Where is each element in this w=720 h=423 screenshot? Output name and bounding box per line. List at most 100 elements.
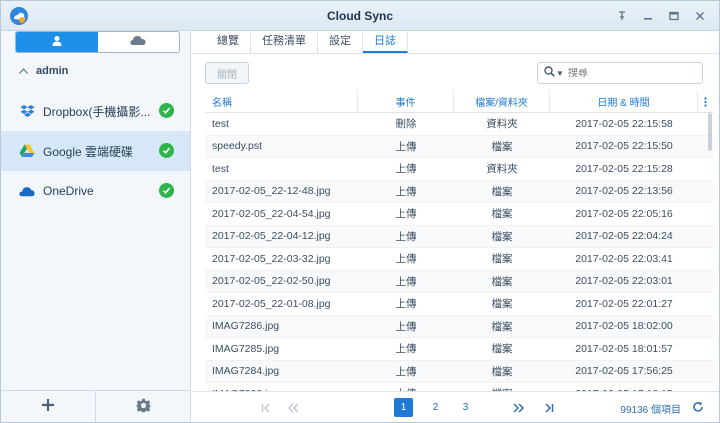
cell-name: 2017-02-05_22-02-50.jpg (212, 275, 331, 288)
dropbox-icon (19, 103, 35, 119)
table-row[interactable]: 2017-02-05_22-02-50.jpg 上傳 檔案 2017-02-05 22… (205, 270, 713, 293)
refresh-icon[interactable] (691, 400, 705, 414)
table-row[interactable]: IMAG7285.jpg 上傳 檔案 2017-02-05 18:01:57 (205, 338, 713, 361)
table-row[interactable]: IMAG7284.jpg 上傳 檔案 2017-02-05 17:56:25 (205, 360, 713, 383)
user-view-button[interactable] (16, 32, 98, 52)
cell-datetime: 2017-02-05 22:01:27 (575, 297, 673, 310)
page-2-button[interactable]: 2 (426, 398, 445, 417)
cell-name: test (212, 117, 229, 130)
column-header-name[interactable]: 名稱 (205, 91, 358, 112)
column-menu-icon[interactable] (698, 91, 713, 112)
cell-datetime: 2017-02-05 18:01:57 (575, 342, 673, 355)
cell-name: speedy.pst (212, 140, 263, 153)
column-header-datetime[interactable]: 日期 & 時間 (550, 91, 698, 112)
cell-name: test (212, 162, 229, 175)
next-page-icon[interactable] (509, 398, 528, 417)
cell-event: 上傳 (395, 298, 417, 311)
first-page-icon[interactable] (256, 398, 275, 417)
cell-name: 2017-02-05_22-12-48.jpg (212, 185, 331, 198)
cell-type: 檔案 (491, 230, 513, 243)
log-table: 名稱 事件 檔案/資料夾 日期 & 時間 test 刪除 資料夾 2017-02-05… (205, 91, 713, 391)
cell-datetime: 2017-02-05 22:15:50 (575, 140, 673, 153)
cell-datetime: 2017-02-05 22:15:28 (575, 162, 673, 175)
table-row[interactable]: test 刪除 資料夾 2017-02-05 22:15:58 (205, 113, 713, 136)
tab-log[interactable]: 日誌 (363, 31, 408, 53)
account-item-dropbox[interactable]: Dropbox(手機攝影... (1, 91, 190, 131)
gear-icon (135, 398, 151, 416)
cell-type: 檔案 (491, 185, 513, 198)
account-group-header[interactable]: admin (19, 65, 68, 77)
tab-task-list[interactable]: 任務清單 (251, 31, 318, 53)
cell-type: 檔案 (491, 140, 513, 153)
cell-name: IMAG7286.jpg (212, 320, 280, 333)
row-spacer (698, 181, 713, 203)
account-item-onedrive[interactable]: OneDrive (1, 171, 190, 211)
close-icon[interactable] (689, 7, 711, 25)
cell-datetime: 2017-02-05 22:04:24 (575, 230, 673, 243)
cell-datetime: 2017-02-05 22:03:01 (575, 275, 673, 288)
cell-datetime: 2017-02-05 17:56:25 (575, 365, 673, 378)
settings-button[interactable] (96, 391, 190, 422)
table-row[interactable]: 2017-02-05_22-12-48.jpg 上傳 檔案 2017-02-05 22… (205, 180, 713, 203)
cell-type: 資料夾 (486, 118, 518, 131)
table-row[interactable]: 2017-02-05_22-03-32.jpg 上傳 檔案 2017-02-05 22… (205, 248, 713, 271)
maximize-icon[interactable] (663, 7, 685, 25)
cell-datetime: 2017-02-05 22:15:58 (575, 117, 673, 130)
row-spacer (698, 383, 713, 391)
tab-overview[interactable]: 總覽 (206, 31, 251, 53)
table-row[interactable]: test 上傳 資料夾 2017-02-05 22:15:28 (205, 158, 713, 181)
table-row[interactable]: IMAG7286.jpg 上傳 檔案 2017-02-05 18:02:00 (205, 315, 713, 338)
minimize-icon[interactable] (637, 7, 659, 25)
cloud-icon (130, 35, 146, 49)
cell-event: 上傳 (395, 343, 417, 356)
account-list: Dropbox(手機攝影... Google 雲端硬碟 OneDrive (1, 91, 190, 211)
page-1-button[interactable]: 1 (394, 398, 413, 417)
table-row[interactable]: 2017-02-05_22-01-08.jpg 上傳 檔案 2017-02-05 22… (205, 293, 713, 316)
column-header-event[interactable]: 事件 (358, 91, 454, 112)
status-ok-icon (159, 183, 174, 198)
table-header: 名稱 事件 檔案/資料夾 日期 & 時間 (205, 91, 713, 113)
cell-datetime: 2017-02-05 22:03:41 (575, 252, 673, 265)
add-account-button[interactable] (1, 391, 96, 422)
cloud-sync-window: Cloud Sync admin Dropbox(手機攝影... Google … (0, 0, 720, 423)
cell-name: 2017-02-05_22-03-32.jpg (212, 252, 331, 265)
search-input[interactable] (567, 67, 678, 79)
tab-settings[interactable]: 設定 (318, 31, 363, 53)
cell-name: IMAG7285.jpg (212, 342, 280, 355)
search-icon (544, 66, 555, 80)
cell-type: 檔案 (491, 343, 513, 356)
cell-type: 資料夾 (486, 163, 518, 176)
account-label: OneDrive (43, 184, 94, 198)
title-bar[interactable]: Cloud Sync (1, 1, 719, 31)
close-log-button[interactable]: 關閉 (205, 62, 249, 84)
cell-event: 上傳 (395, 208, 417, 221)
row-spacer (698, 248, 713, 270)
cell-name: 2017-02-05_22-04-12.jpg (212, 230, 331, 243)
page-3-button[interactable]: 3 (456, 398, 475, 417)
row-spacer (698, 338, 713, 360)
search-box[interactable]: ▼ (537, 62, 703, 84)
table-row[interactable]: 2017-02-05_22-04-12.jpg 上傳 檔案 2017-02-05 22… (205, 225, 713, 248)
cell-event: 上傳 (395, 230, 417, 243)
row-spacer (698, 226, 713, 248)
cell-event: 刪除 (395, 118, 417, 131)
account-label: Google 雲端硬碟 (43, 144, 134, 159)
table-body: test 刪除 資料夾 2017-02-05 22:15:58 speedy.pst 上傳… (205, 113, 713, 391)
table-row[interactable]: IMAG7283.jpg上傳檔案2017-02-05 17:18:15 (205, 383, 713, 391)
cell-name: IMAG7284.jpg (212, 365, 280, 378)
cell-datetime: 2017-02-05 18:02:00 (575, 320, 673, 333)
column-header-type[interactable]: 檔案/資料夾 (454, 91, 550, 112)
group-label: admin (36, 65, 69, 77)
vertical-scrollbar[interactable] (708, 113, 712, 151)
last-page-icon[interactable] (539, 398, 558, 417)
previous-page-icon[interactable] (283, 398, 302, 417)
cell-name: IMAG7283.jpg (205, 383, 358, 391)
table-row[interactable]: speedy.pst 上傳 檔案 2017-02-05 22:15:50 (205, 135, 713, 158)
cell-event: 上傳 (395, 185, 417, 198)
pin-icon[interactable] (611, 7, 633, 25)
caret-down-icon[interactable]: ▼ (556, 69, 564, 78)
account-item-google-drive[interactable]: Google 雲端硬碟 (1, 131, 190, 171)
table-row[interactable]: 2017-02-05_22-04-54.jpg 上傳 檔案 2017-02-05 22… (205, 203, 713, 226)
cloud-view-button[interactable] (98, 32, 180, 52)
cell-type: 檔案 (491, 208, 513, 221)
